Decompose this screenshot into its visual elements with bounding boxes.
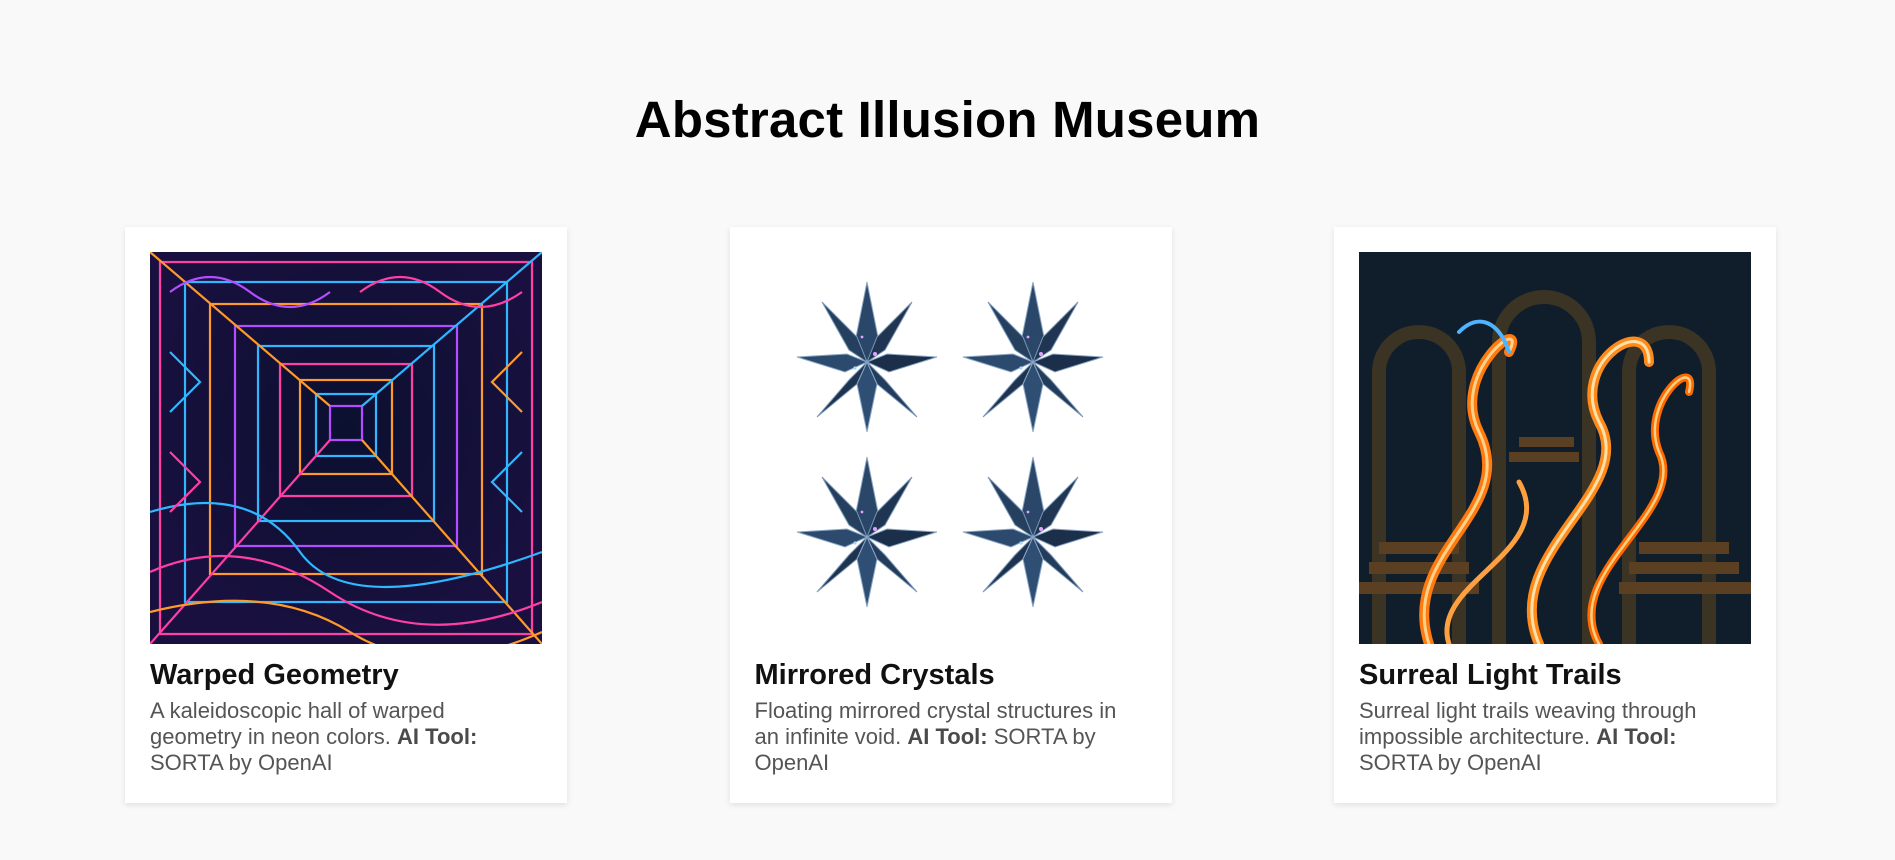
artwork-description: Floating mirrored crystal structures in … (755, 698, 1147, 776)
artwork-description: A kaleidoscopic hall of warped geometry … (150, 698, 542, 776)
ai-tool-label: AI Tool: (397, 724, 478, 749)
artwork-card-warped-geometry[interactable]: Warped Geometry A kaleidoscopic hall of … (125, 227, 567, 803)
artwork-card-mirrored-crystals[interactable]: Mirrored Crystals Floating mirrored crys… (729, 227, 1172, 803)
artwork-gallery: Warped Geometry A kaleidoscopic hall of … (125, 227, 1776, 803)
page-title: Abstract Illusion Museum (634, 91, 1261, 148)
artwork-description: Surreal light trails weaving through imp… (1359, 698, 1751, 776)
warped-geometry-image[interactable] (150, 252, 542, 644)
mirrored-crystals-artwork (754, 252, 1147, 644)
artwork-title: Mirrored Crystals (754, 659, 995, 691)
ai-tool-value: SORTA by OpenAI (1359, 750, 1542, 775)
ai-tool-label: AI Tool: (1596, 724, 1677, 749)
warped-geometry-artwork (150, 252, 542, 644)
artwork-title: Warped Geometry (150, 659, 399, 691)
ai-tool-value: SORTA by OpenAI (150, 750, 333, 775)
mirrored-crystals-image[interactable] (754, 252, 1147, 644)
ai-tool-label: AI Tool: (907, 724, 988, 749)
artwork-card-surreal-light-trails[interactable]: Surreal Light Trails Surreal light trail… (1334, 227, 1776, 803)
artwork-title: Surreal Light Trails (1359, 659, 1622, 691)
surreal-light-trails-image[interactable] (1359, 252, 1751, 644)
surreal-light-trails-artwork (1359, 252, 1751, 644)
museum-page: Abstract Illusion Museum Warped Geometry… (0, 0, 1895, 860)
